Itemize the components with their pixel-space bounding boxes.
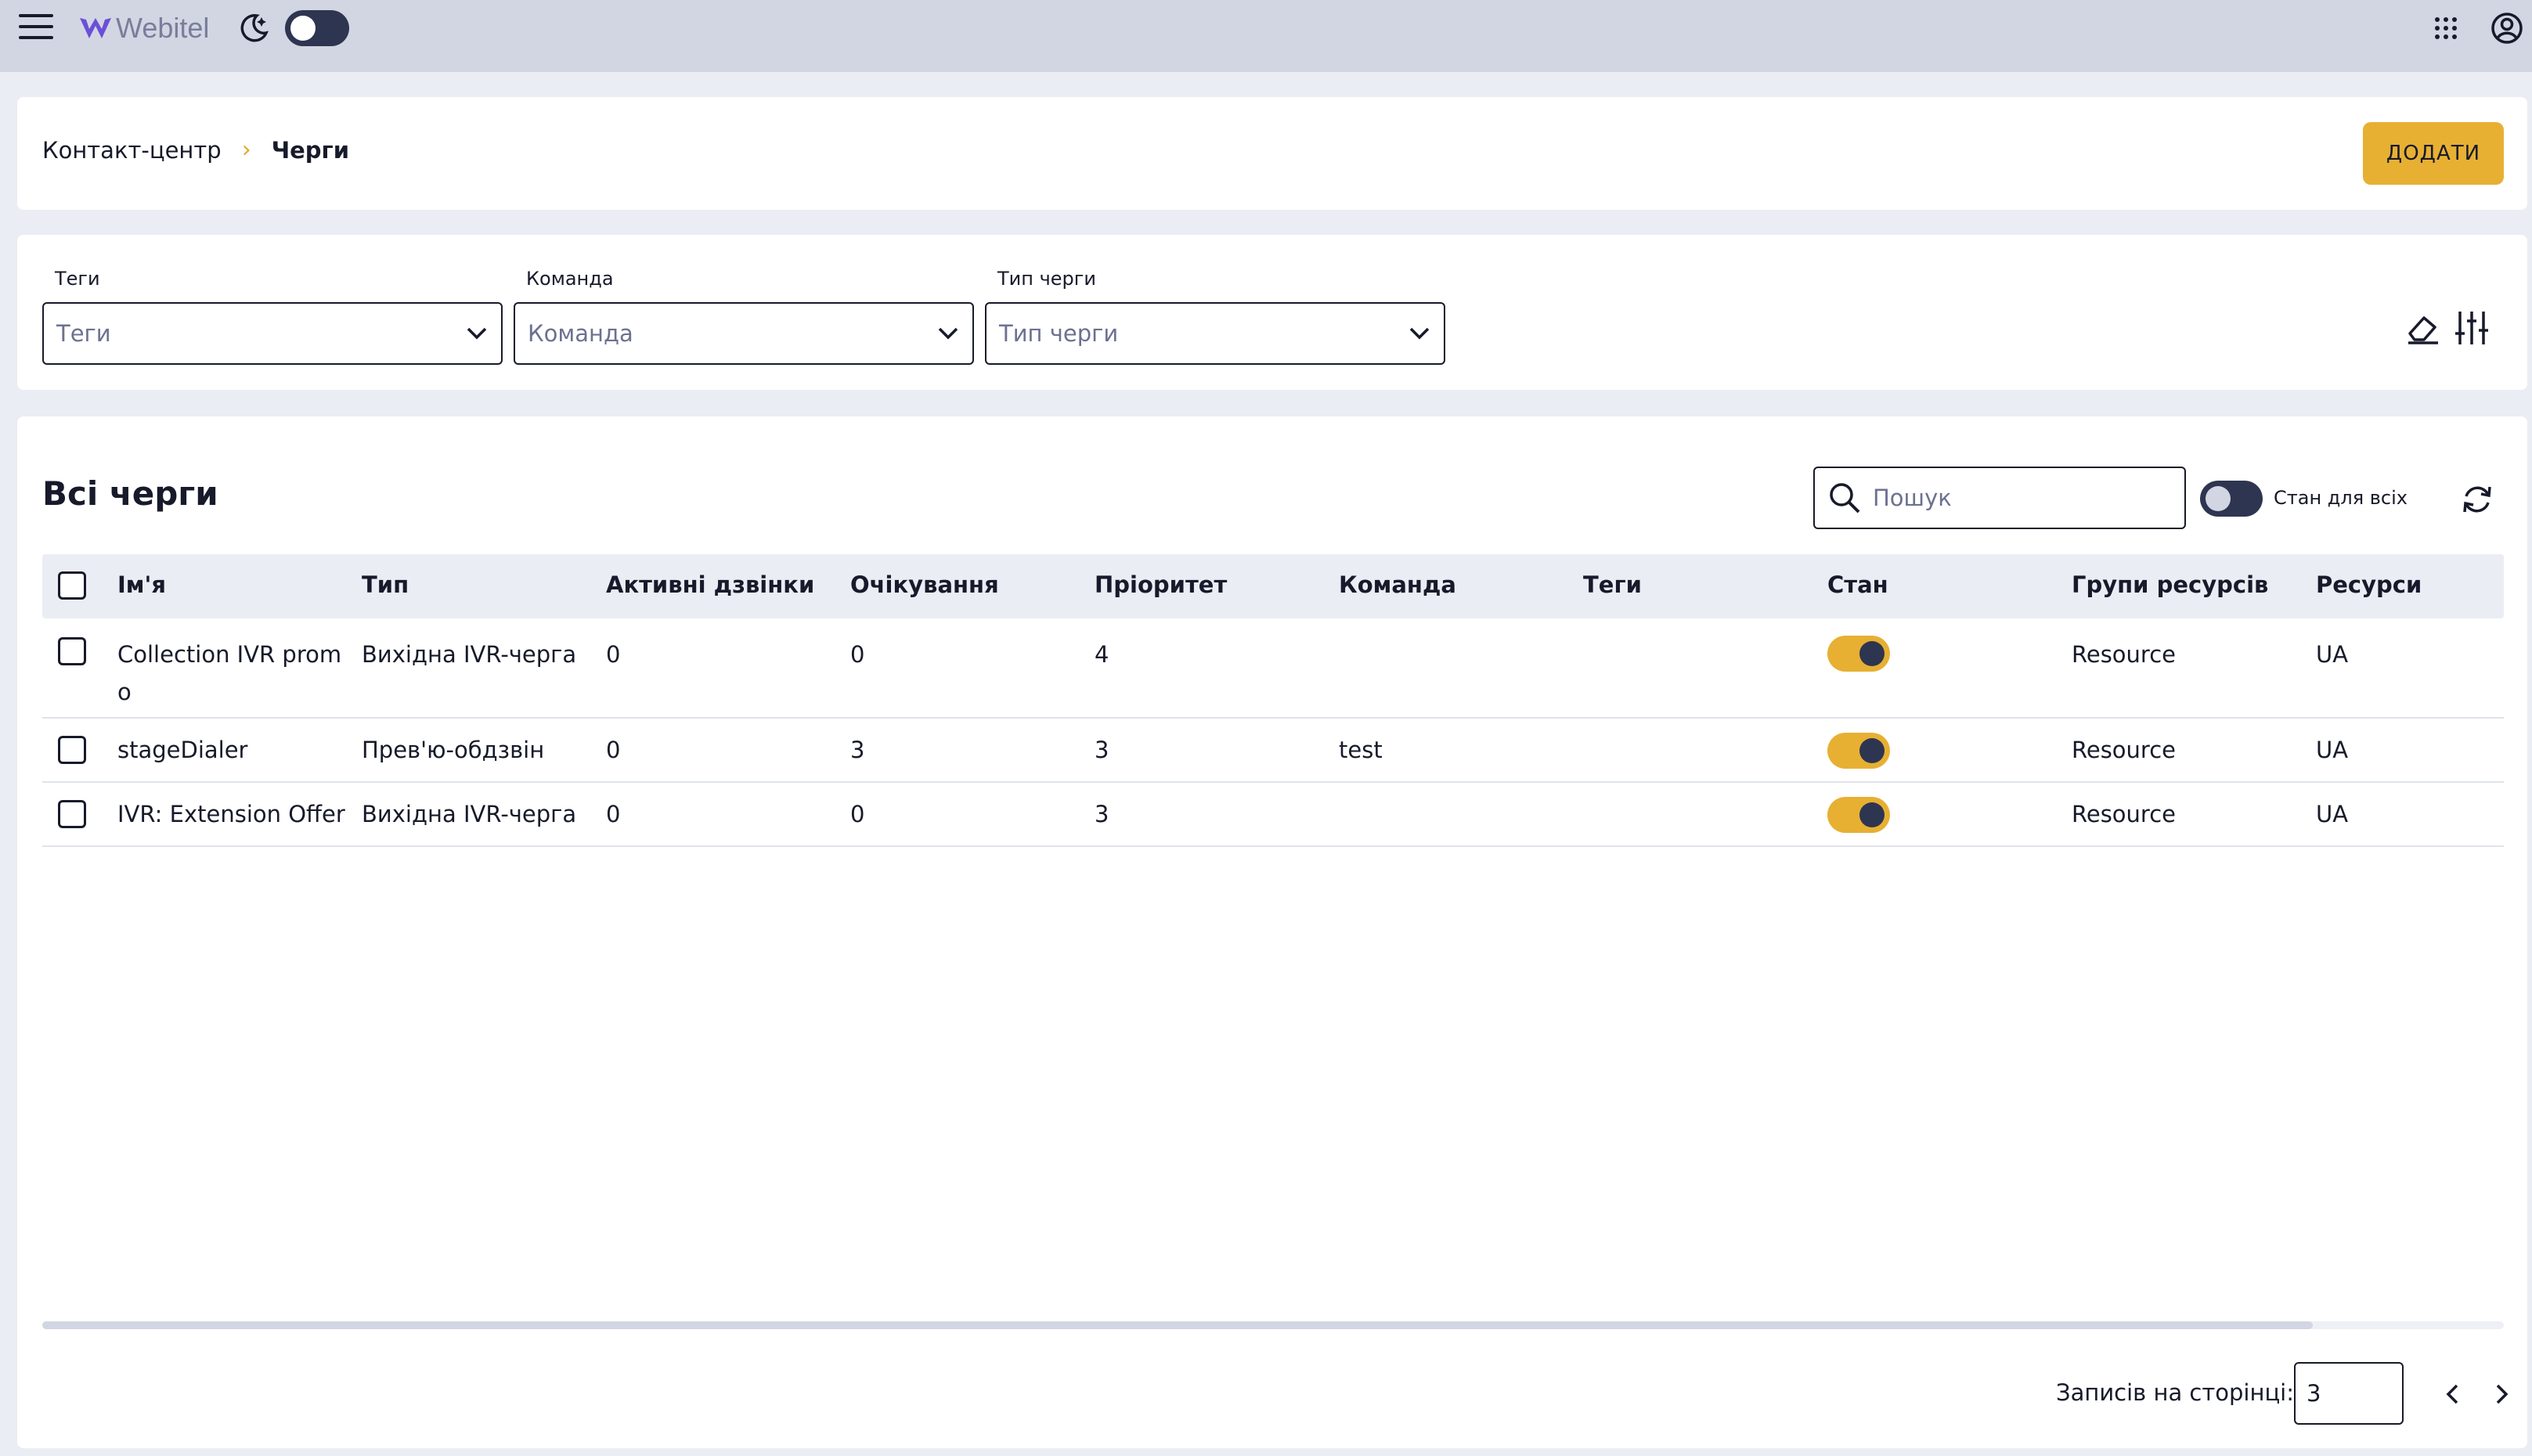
row-checkbox[interactable]	[58, 800, 86, 828]
queue-state-toggle[interactable]	[1827, 636, 1890, 672]
queue-resources[interactable]: UA	[2316, 731, 2348, 769]
queue-name[interactable]: stageDialer	[117, 731, 247, 769]
refresh-icon[interactable]	[2458, 481, 2496, 518]
table-header-row: Ім'я Тип Активні дзвінки Очікування Пріо…	[42, 554, 2504, 618]
queue-active-calls: 0	[606, 641, 621, 668]
column-header-team[interactable]: Команда	[1339, 571, 1456, 598]
page-header-card: Контакт-центр › Черги ДОДАТИ	[17, 97, 2527, 210]
page-size-input[interactable]	[2294, 1362, 2404, 1425]
breadcrumb-chevron-icon: ›	[241, 136, 251, 164]
queue-waiting: 0	[850, 801, 865, 827]
column-header-waiting[interactable]: Очікування	[850, 571, 999, 598]
state-all-toggle[interactable]	[2200, 481, 2263, 517]
queue-priority: 3	[1095, 801, 1109, 827]
queue-state-toggle[interactable]	[1827, 797, 1890, 833]
column-header-name[interactable]: Ім'я	[117, 571, 166, 598]
queue-type: Вихідна IVR-черга	[362, 801, 577, 827]
table-row[interactable]: stageDialer Прев'ю-обдзвін 0 3 3 test Re…	[42, 719, 2504, 783]
queue-resources[interactable]: UA	[2316, 795, 2348, 833]
queue-state-toggle[interactable]	[1827, 733, 1890, 769]
filter-queue-type-placeholder: Тип черги	[999, 320, 1119, 347]
filter-team-placeholder: Команда	[528, 320, 633, 347]
queues-table-card: Всі черги Стан для всіх Ім'я Тип Активні…	[17, 416, 2527, 1448]
filter-team-label: Команда	[526, 268, 614, 290]
queue-type: Прев'ю-обдзвін	[362, 737, 545, 763]
webitel-logo-mark	[80, 18, 111, 38]
filter-tags-label: Теги	[55, 268, 100, 290]
queues-table: Ім'я Тип Активні дзвінки Очікування Пріо…	[42, 554, 2504, 847]
filter-tags-select[interactable]: Теги	[42, 302, 503, 365]
column-header-resource-groups[interactable]: Групи ресурсів	[2072, 571, 2268, 598]
queue-active-calls: 0	[606, 801, 621, 827]
queue-type: Вихідна IVR-черга	[362, 641, 577, 668]
queue-team[interactable]: test	[1339, 731, 1383, 769]
apps-grid-icon[interactable]	[2433, 16, 2458, 41]
account-icon[interactable]	[2490, 11, 2524, 45]
filter-queue-type: Тип черги Тип черги	[985, 268, 1445, 365]
filters-card: Теги Теги Команда Команда Тип черги Тип …	[17, 235, 2527, 390]
queue-resource-groups[interactable]: Resource	[2072, 636, 2176, 673]
chevron-down-icon	[938, 327, 958, 340]
chevron-down-icon	[1409, 327, 1430, 340]
search-field[interactable]	[1813, 467, 2186, 529]
filter-queue-type-label: Тип черги	[997, 268, 1096, 290]
webitel-logo[interactable]: Webitel	[78, 11, 209, 45]
breadcrumb-parent[interactable]: Контакт-центр	[42, 137, 222, 164]
queue-priority: 4	[1095, 641, 1109, 668]
queue-name[interactable]: IVR: Extension Offer	[117, 795, 345, 833]
select-all-checkbox[interactable]	[58, 571, 86, 600]
moon-icon	[240, 14, 269, 42]
chevron-down-icon	[467, 327, 487, 340]
chevron-right-icon[interactable]	[2488, 1381, 2515, 1407]
row-checkbox[interactable]	[58, 736, 86, 764]
horizontal-scrollbar[interactable]	[42, 1321, 2504, 1329]
page-size-label: Записів на сторінці:	[2056, 1379, 2295, 1406]
column-header-priority[interactable]: Пріоритет	[1095, 571, 1227, 598]
filter-queue-type-select[interactable]: Тип черги	[985, 302, 1445, 365]
queue-waiting: 3	[850, 737, 865, 763]
queue-name[interactable]: Collection IVR promo	[117, 636, 344, 711]
column-header-resources[interactable]: Ресурси	[2316, 571, 2422, 598]
table-row[interactable]: Collection IVR promo Вихідна IVR-черга 0…	[42, 618, 2504, 719]
column-header-active-calls[interactable]: Активні дзвінки	[606, 571, 814, 598]
app-header: Webitel	[0, 0, 2532, 72]
queue-resource-groups[interactable]: Resource	[2072, 795, 2176, 833]
column-header-type[interactable]: Тип	[362, 571, 409, 598]
column-header-state[interactable]: Стан	[1827, 571, 1888, 598]
row-checkbox[interactable]	[58, 637, 86, 665]
search-input[interactable]	[1873, 485, 2170, 511]
table-row[interactable]: IVR: Extension Offer Вихідна IVR-черга 0…	[42, 783, 2504, 847]
column-header-tags[interactable]: Теги	[1583, 571, 1642, 598]
filter-team: Команда Команда	[514, 268, 974, 365]
scrollbar-thumb[interactable]	[42, 1321, 2313, 1329]
filter-tags: Теги Теги	[42, 268, 503, 365]
state-all-label: Стан для всіх	[2274, 487, 2408, 509]
queue-active-calls: 0	[606, 737, 621, 763]
add-button[interactable]: ДОДАТИ	[2363, 122, 2504, 185]
queue-priority: 3	[1095, 737, 1109, 763]
queue-waiting: 0	[850, 641, 865, 668]
queue-resource-groups[interactable]: Resource	[2072, 731, 2176, 769]
theme-toggle[interactable]	[285, 10, 349, 46]
breadcrumb-current: Черги	[271, 136, 350, 164]
filter-team-select[interactable]: Команда	[514, 302, 974, 365]
breadcrumb: Контакт-центр › Черги	[42, 136, 349, 164]
menu-icon[interactable]	[19, 14, 53, 42]
table-title: Всі черги	[42, 474, 218, 513]
search-icon[interactable]	[1827, 481, 1862, 515]
eraser-icon[interactable]	[2405, 310, 2441, 346]
filter-settings-icon[interactable]	[2454, 308, 2490, 348]
queue-resources[interactable]: UA	[2316, 636, 2348, 673]
brand-name: Webitel	[116, 12, 210, 44]
filter-tags-placeholder: Теги	[56, 320, 111, 347]
chevron-left-icon[interactable]	[2440, 1381, 2466, 1407]
